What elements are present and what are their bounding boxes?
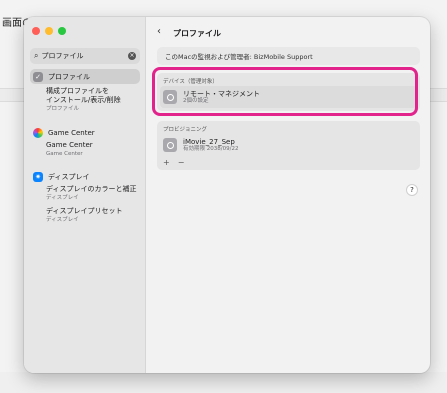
background-bottom (0, 372, 447, 393)
back-button[interactable]: ‹ (157, 26, 161, 37)
search-field[interactable]: ⌕ プロファイル × (30, 48, 140, 64)
sidebar-item-label: Game Center (48, 128, 95, 137)
search-result-display-color[interactable]: ディスプレイのカラーと補正 ディスプレイ (46, 185, 137, 203)
search-icon: ⌕ (34, 51, 39, 60)
sidebar-item-display[interactable]: ✷ ディスプレイ (30, 169, 140, 184)
help-button[interactable]: ? (406, 184, 418, 196)
group-header: プロビジョニング (163, 127, 208, 133)
game-center-icon (33, 127, 43, 138)
highlight-annotation (152, 67, 418, 116)
provisioning-group: プロビジョニング iMovie_27_Sep 有効期限 2038/09/22 +… (157, 121, 420, 170)
supervision-banner: このMacの監視および管理者: BizMobile Support (157, 47, 420, 65)
zoom-button[interactable] (58, 27, 66, 35)
profile-gear-icon (163, 138, 177, 152)
sidebar-item-label: ディスプレイ (48, 172, 90, 181)
search-result-game-center[interactable]: Game Center Game Center (46, 141, 93, 159)
search-result-display-presets[interactable]: ディスプレイプリセット ディスプレイ (46, 207, 123, 225)
checkmark-badge-icon: ✓ (33, 71, 43, 82)
sidebar-item-profiles[interactable]: ✓ プロファイル (30, 69, 140, 84)
sidebar-item-game-center[interactable]: Game Center (30, 125, 140, 140)
sidebar-item-label: プロファイル (48, 72, 90, 81)
profile-row-provisioning[interactable]: iMovie_27_Sep 有効期限 2038/09/22 (157, 134, 420, 156)
search-input[interactable]: プロファイル (41, 51, 128, 61)
close-button[interactable] (32, 27, 40, 35)
page-title: プロファイル (173, 29, 221, 38)
remove-profile-button[interactable]: − (178, 158, 185, 170)
sidebar: ⌕ プロファイル × ✓ プロファイル 構成プロファイルを インストール/表示/… (24, 17, 146, 373)
add-remove-controls: + − (157, 156, 420, 170)
minimize-button[interactable] (45, 27, 53, 35)
clear-search-icon[interactable]: × (128, 52, 136, 60)
add-profile-button[interactable]: + (163, 158, 170, 170)
display-icon: ✷ (33, 171, 43, 182)
search-result-profiles[interactable]: 構成プロファイルを インストール/表示/削除 プロファイル (46, 87, 121, 114)
window-controls (32, 27, 66, 35)
